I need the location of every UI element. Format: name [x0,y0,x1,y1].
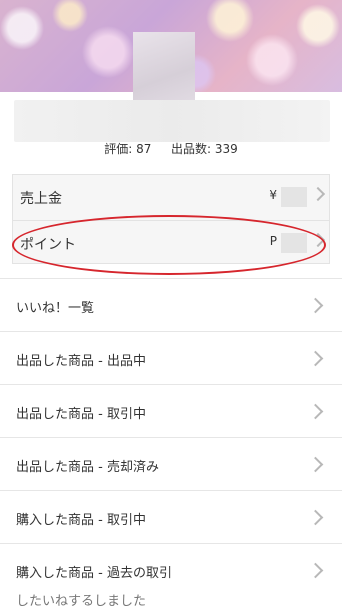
profile-stats: 評価: 87 出品数: 339 [0,140,342,157]
listings-label: 出品数: [171,142,212,156]
menu-item-likes[interactable]: いいね！一覧 [0,278,342,331]
chevron-right-icon [307,403,324,420]
sales-row[interactable]: 売上金 ¥ [13,175,329,219]
avatar[interactable] [133,32,195,106]
account-menu: いいね！一覧 出品した商品 - 出品中 出品した商品 - 取引中 出品した商品 … [0,278,342,596]
chevron-right-icon [310,186,326,202]
sales-label: 売上金 [20,191,62,207]
chevron-right-icon [307,509,324,526]
listings-value: 339 [214,142,238,156]
menu-item-label: 出品した商品 - 取引中 [16,407,146,422]
chevron-right-icon [307,350,324,367]
chevron-right-icon [307,297,324,314]
menu-item-selling-sold[interactable]: 出品した商品 - 売却済み [0,437,342,490]
sales-amount-redacted [281,187,307,207]
yen-symbol: ¥ [269,188,277,202]
chevron-right-icon [307,456,324,473]
menu-item-label: 出品した商品 - 売却済み [16,460,159,475]
chevron-right-icon [310,232,326,248]
username-redacted [14,100,330,142]
chevron-right-icon [307,562,324,579]
menu-item-purchased-in-progress[interactable]: 購入した商品 - 取引中 [0,490,342,543]
menu-item-label: 購入した商品 - 取引中 [16,513,146,528]
menu-item-label: 出品した商品 - 出品中 [16,354,146,369]
menu-item-selling-listed[interactable]: 出品した商品 - 出品中 [0,331,342,384]
menu-item-label: 購入した商品 - 過去の取引 [16,566,172,581]
points-amount-redacted [281,233,307,253]
balance-panel: 売上金 ¥ ポイント P [12,174,330,264]
points-row[interactable]: ポイント P [13,220,329,264]
points-symbol: P [269,234,277,248]
rating-value: 87 [136,142,152,156]
points-label: ポイント [20,237,76,253]
menu-item-selling-in-progress[interactable]: 出品した商品 - 取引中 [0,384,342,437]
rating-label: 評価: [104,142,133,156]
menu-item-label: いいね！一覧 [16,301,95,316]
menu-item-purchased-past[interactable]: 購入した商品 - 過去の取引 [0,543,342,596]
